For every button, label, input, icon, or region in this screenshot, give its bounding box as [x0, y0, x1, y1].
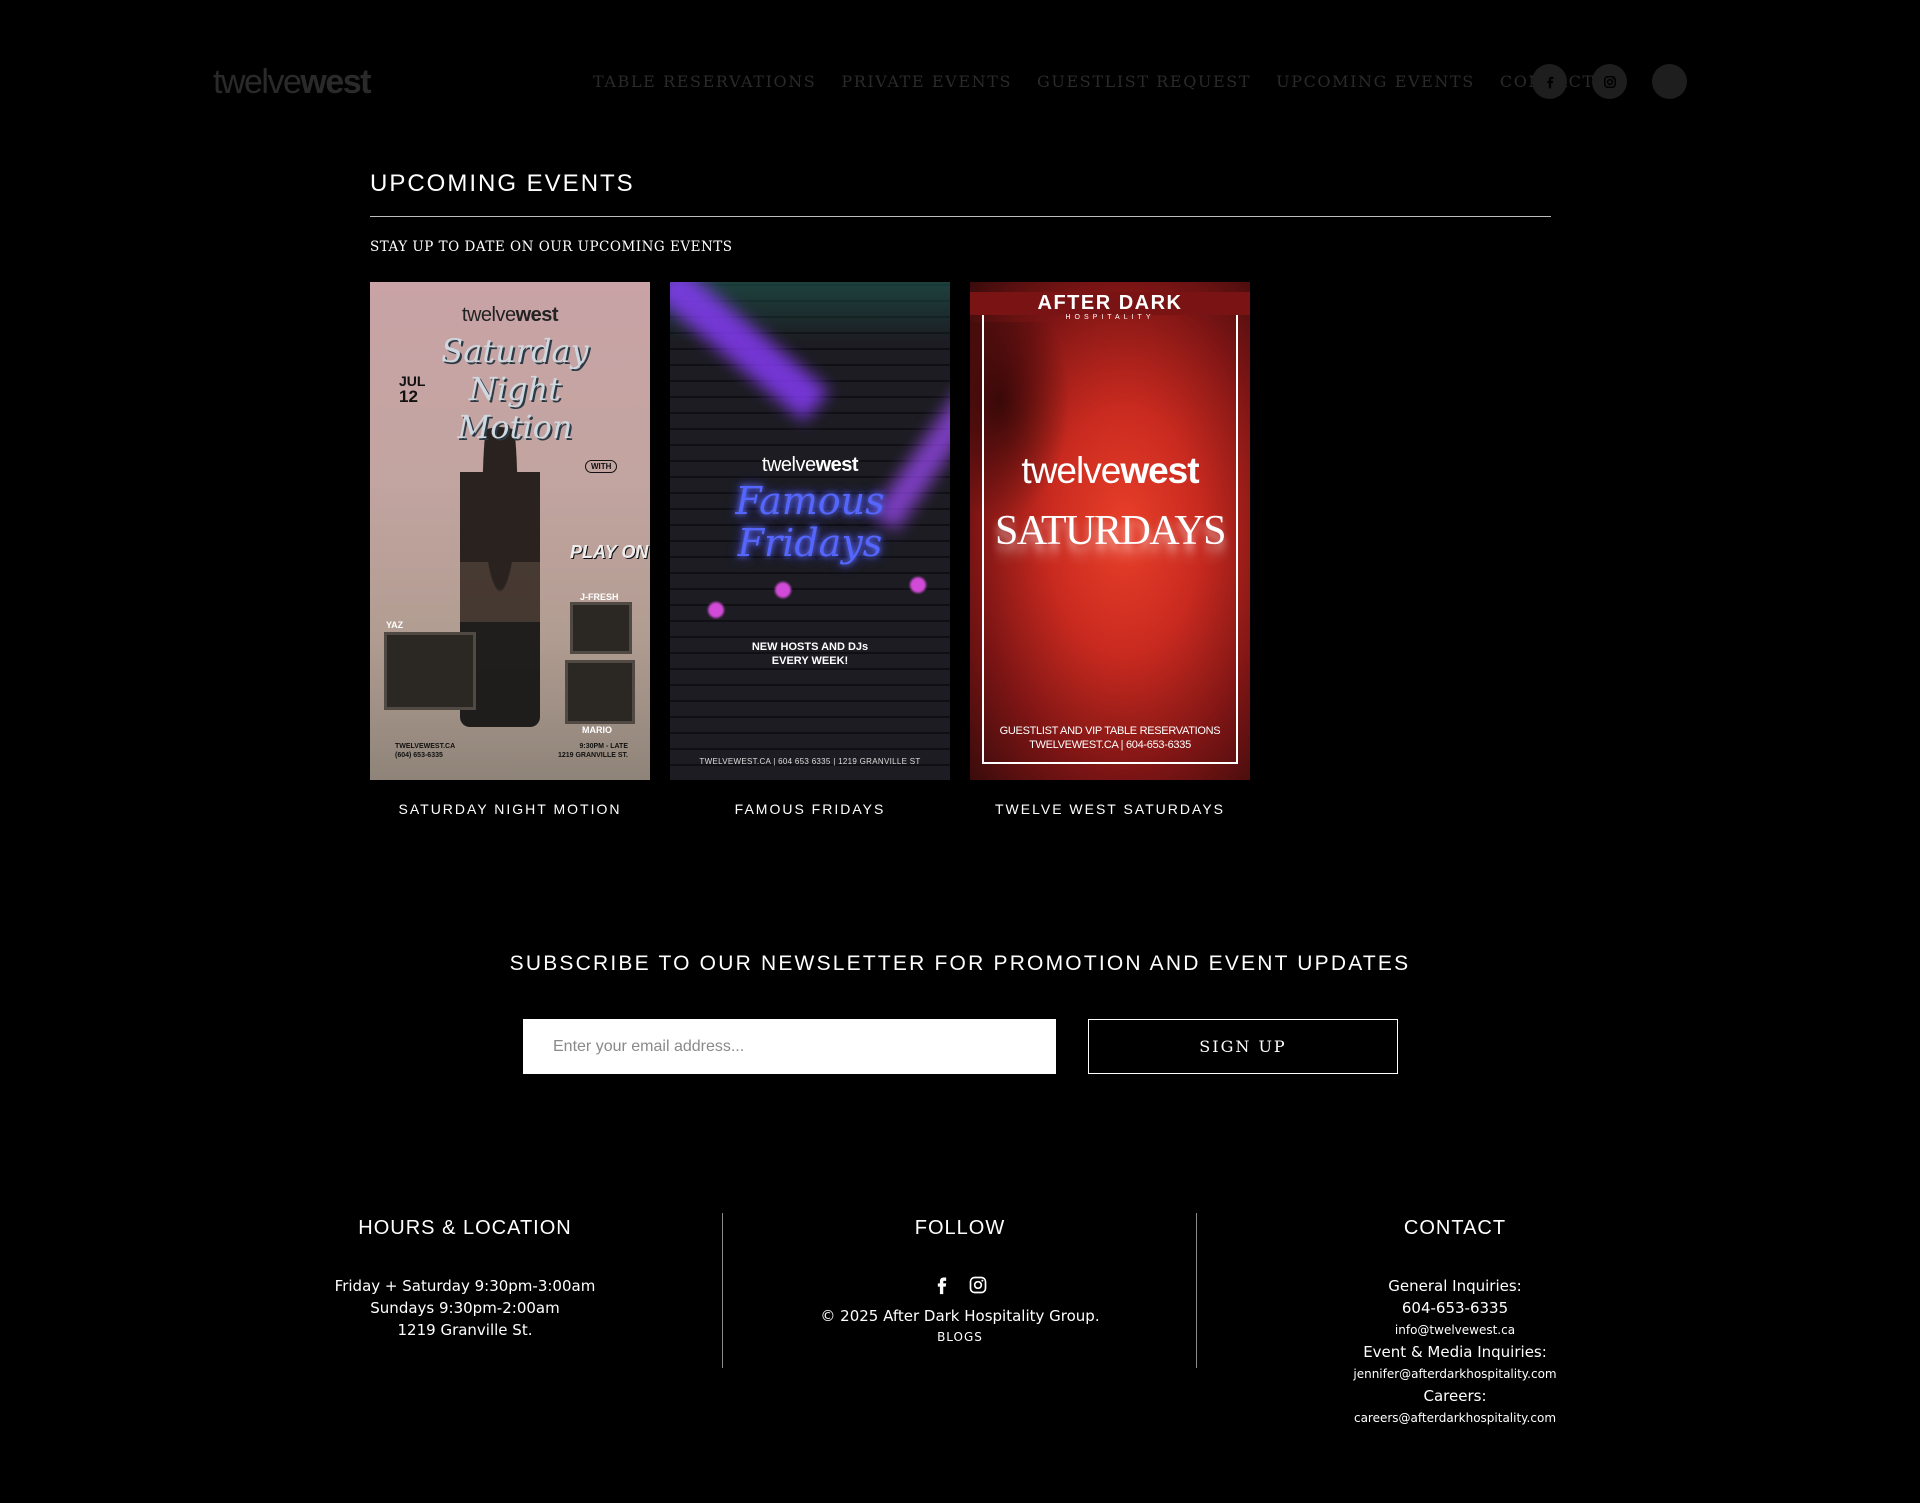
poster-tv — [565, 660, 635, 724]
page-subtitle: STAY UP TO DATE ON OUR UPCOMING EVENTS — [370, 239, 733, 255]
poster-brand: twelvewest — [1021, 450, 1199, 491]
poster-brand: twelvewest — [461, 304, 559, 326]
footer-divider — [1196, 1213, 1197, 1368]
logo-thin: twelve — [213, 63, 302, 101]
event-title[interactable]: TWELVE WEST SATURDAYS — [970, 800, 1250, 818]
page-title: UPCOMING EVENTS — [370, 170, 635, 197]
poster-with: WITH — [585, 460, 618, 473]
event-card[interactable]: twelvewest JUL 12 Saturday Night Motion W… — [370, 282, 650, 818]
poster-hospitality: HOSPITALITY — [1065, 314, 1155, 321]
blogs-link[interactable]: BLOGS — [735, 1327, 1185, 1347]
poster-flower — [910, 577, 926, 593]
nav-private-events[interactable]: PRIVATE EVENTS — [841, 70, 1012, 94]
blank-circle-icon[interactable] — [1652, 64, 1687, 99]
general-email[interactable]: info@twelvewest.ca — [1230, 1319, 1680, 1341]
poster-after-dark: AFTER DARK — [970, 292, 1250, 315]
poster-tv — [570, 602, 632, 654]
careers-label: Careers: — [1423, 1387, 1487, 1405]
media-label: Event & Media Inquiries: — [1363, 1343, 1547, 1361]
event-title[interactable]: FAMOUS FRIDAYS — [670, 800, 950, 818]
footer-contact-title: CONTACT — [1403, 1217, 1507, 1239]
poster-big-title: SATURDAYS — [994, 508, 1227, 554]
general-label: General Inquiries: — [1388, 1277, 1522, 1295]
footer-social — [735, 1275, 1185, 1295]
nav-table-reservations[interactable]: TABLE RESERVATIONS — [593, 70, 816, 94]
nav-guestlist-request[interactable]: GUESTLIST REQUEST — [1037, 70, 1251, 94]
signup-button[interactable]: SIGN UP — [1088, 1019, 1398, 1074]
event-poster[interactable]: AFTER DARK HOSPITALITY twelvewest SATURD… — [970, 282, 1250, 780]
careers-email[interactable]: careers@afterdarkhospitality.com — [1230, 1407, 1680, 1429]
poster-footer: TWELVEWEST.CA | 604 653 6335 | 1219 GRAN… — [699, 757, 921, 766]
footer-divider — [722, 1213, 723, 1368]
footer-hours: HOURS & LOCATION Friday + Saturday 9:30p… — [240, 1215, 690, 1341]
title-divider — [370, 216, 1551, 217]
poster-footer: GUESTLIST AND VIP TABLE RESERVATIONS TWEL… — [999, 725, 1221, 751]
nav-upcoming-events[interactable]: UPCOMING EVENTS — [1276, 70, 1475, 94]
facebook-icon[interactable] — [1532, 64, 1567, 99]
poster-dj: MARIO — [582, 725, 612, 735]
poster-play-on: PLAY ON — [570, 542, 649, 562]
footer-hours-title: HOURS & LOCATION — [358, 1217, 572, 1239]
site-header: twelvewest TABLE RESERVATIONS PRIVATE EV… — [0, 0, 1920, 165]
header-social — [1532, 64, 1687, 99]
media-email[interactable]: jennifer@afterdarkhospitality.com — [1230, 1363, 1680, 1385]
hours-line: Friday + Saturday 9:30pm-3:00am — [334, 1277, 596, 1295]
event-poster[interactable]: twelvewest JUL 12 Saturday Night Motion W… — [370, 282, 650, 780]
poster-tv — [384, 632, 476, 710]
address-line: 1219 Granville St. — [397, 1321, 533, 1339]
facebook-icon[interactable] — [932, 1275, 952, 1295]
instagram-icon[interactable] — [968, 1275, 988, 1295]
poster-footer-left: TWELVEWEST.CA (604) 653-6335 — [395, 743, 456, 759]
events-grid: twelvewest JUL 12 Saturday Night Motion W… — [370, 282, 1250, 818]
event-card[interactable]: AFTER DARK HOSPITALITY twelvewest SATURD… — [970, 282, 1250, 818]
poster-flower — [708, 602, 724, 618]
main-nav: TABLE RESERVATIONS PRIVATE EVENTS GUESTL… — [593, 70, 1620, 94]
poster-date: JUL 12 — [399, 373, 426, 406]
newsletter-title: SUBSCRIBE TO OUR NEWSLETTER FOR PROMOTIO… — [509, 952, 1411, 975]
general-phone[interactable]: 604-653-6335 — [1230, 1297, 1680, 1319]
footer-contact: CONTACT General Inquiries: 604-653-6335 … — [1230, 1215, 1680, 1429]
email-input[interactable] — [523, 1019, 1056, 1074]
poster-footer-right: 9:30PM - LATE 1219 GRANVILLE ST. — [557, 743, 628, 759]
footer-follow-title: FOLLOW — [914, 1217, 1006, 1239]
poster-script-title: Saturday Night Motion — [441, 332, 589, 446]
poster-subtitle: NEW HOSTS AND DJs EVERY WEEK! — [751, 641, 869, 667]
poster-flower — [775, 582, 791, 598]
site-logo[interactable]: twelvewest — [213, 62, 371, 102]
poster-dj: J-FRESH — [580, 592, 619, 602]
event-poster[interactable]: twelvewest Famous Fridays NEW HOSTS AND D… — [670, 282, 950, 780]
event-title[interactable]: SATURDAY NIGHT MOTION — [370, 800, 650, 818]
instagram-icon[interactable] — [1592, 64, 1627, 99]
event-card[interactable]: twelvewest Famous Fridays NEW HOSTS AND D… — [670, 282, 950, 818]
poster-script-title: Famous Fridays — [735, 479, 885, 565]
hours-line: Sundays 9:30pm-2:00am — [370, 1299, 560, 1317]
copyright: © 2025 After Dark Hospitality Group. — [820, 1307, 1100, 1325]
poster-brand: twelvewest — [761, 454, 859, 476]
poster-dj: YAZ — [386, 620, 404, 630]
logo-bold: west — [300, 63, 371, 101]
footer-follow: FOLLOW © 2025 After Dark Hospitality Gro… — [735, 1215, 1185, 1347]
